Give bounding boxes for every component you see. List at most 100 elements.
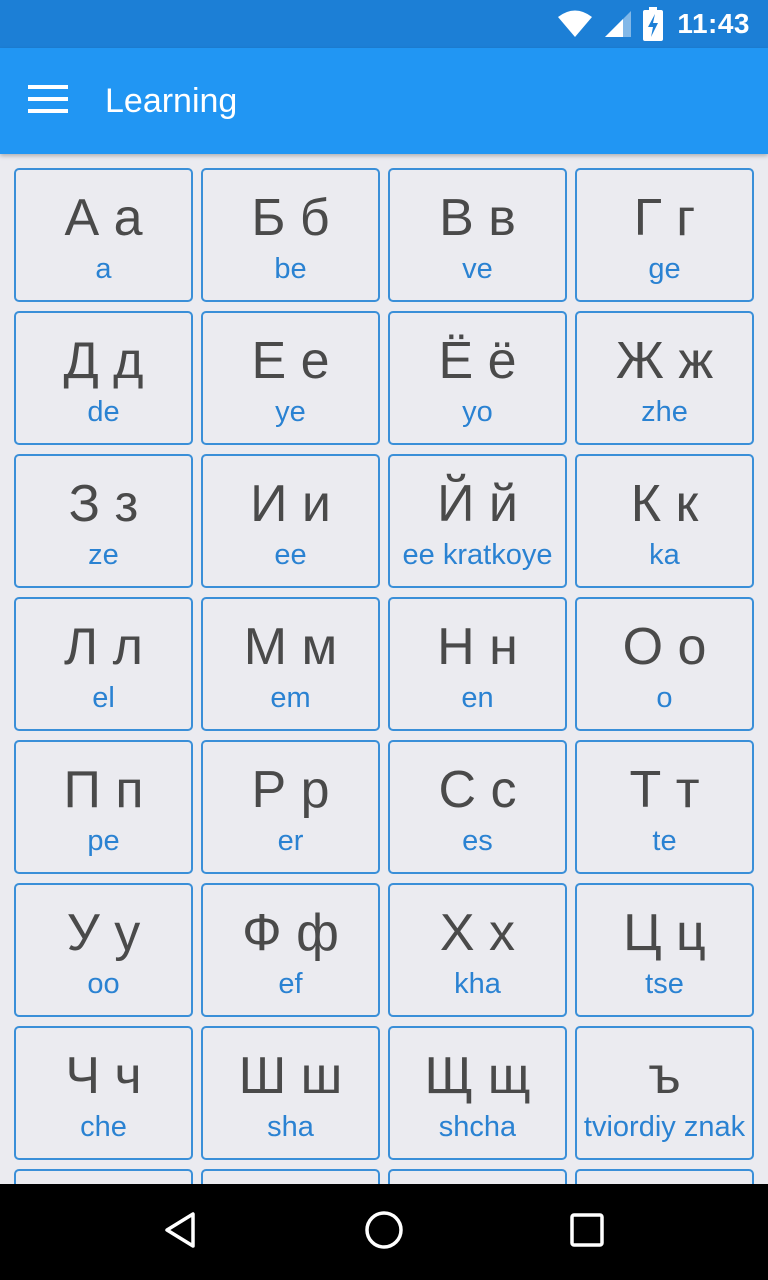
letter-name: pe	[87, 825, 120, 857]
letter-card[interactable]: А а a	[14, 168, 193, 302]
letter-card[interactable]: Ш ш sha	[201, 1026, 380, 1160]
letter-card[interactable]: П п pe	[14, 740, 193, 874]
back-button[interactable]	[141, 1192, 221, 1272]
cyrillic-letter: Б б	[251, 189, 330, 247]
letter-card[interactable]: Г г ge	[575, 168, 754, 302]
menu-button[interactable]	[0, 48, 96, 154]
letter-name: shcha	[438, 1111, 517, 1143]
letter-card[interactable]	[575, 1169, 754, 1184]
letter-card[interactable]: Ф ф ef	[201, 883, 380, 1017]
cyrillic-letter: З з	[68, 475, 139, 533]
letter-name: a	[95, 253, 112, 285]
letter-name: kha	[454, 968, 501, 1000]
letter-name: ka	[649, 539, 680, 571]
cyrillic-letter: Н н	[437, 618, 518, 676]
letter-card[interactable]: Д д de	[14, 311, 193, 445]
letter-card[interactable]: Й й ee kratkoye	[388, 454, 567, 588]
app-bar: Learning	[0, 48, 768, 154]
letter-card[interactable]: Х х kha	[388, 883, 567, 1017]
letter-card[interactable]: У у oo	[14, 883, 193, 1017]
letter-name: el	[92, 682, 115, 714]
cyrillic-letter: М м	[243, 618, 338, 676]
cyrillic-letter: П п	[63, 761, 144, 819]
cyrillic-letter: К к	[630, 475, 699, 533]
letter-card[interactable]: Е е ye	[201, 311, 380, 445]
letter-name: de	[87, 396, 120, 428]
letter-card[interactable]	[388, 1169, 567, 1184]
letter-name: es	[462, 825, 493, 857]
letter-name: sha	[267, 1111, 314, 1143]
letter-grid-scroll[interactable]: А а a Б б be В в ve Г г ge Д д de Е е ye Ё ё yo Ж ж zhe…	[0, 154, 768, 1184]
letter-name: er	[277, 825, 304, 857]
letter-name: ef	[278, 968, 303, 1000]
letter-card[interactable]	[14, 1169, 193, 1184]
letter-card[interactable]: С с es	[388, 740, 567, 874]
letter-card[interactable]: Ч ч che	[14, 1026, 193, 1160]
hamburger-menu-icon	[28, 85, 68, 117]
letter-name: ze	[88, 539, 119, 571]
letter-card[interactable]: К к ka	[575, 454, 754, 588]
letter-name: ge	[648, 253, 681, 285]
cyrillic-letter: С с	[438, 761, 517, 819]
back-triangle-icon	[161, 1210, 201, 1254]
letter-name: tse	[645, 968, 684, 1000]
letter-name: oo	[87, 968, 120, 1000]
status-clock: 11:43	[677, 8, 750, 39]
cyrillic-letter: Ц ц	[623, 904, 706, 962]
letter-card[interactable]: Р р er	[201, 740, 380, 874]
cyrillic-letter: Ё ё	[438, 332, 517, 390]
recents-square-icon	[569, 1212, 605, 1252]
letter-card[interactable]: Л л el	[14, 597, 193, 731]
letter-card[interactable]: М м em	[201, 597, 380, 731]
letter-name: en	[461, 682, 494, 714]
navigation-bar	[0, 1184, 768, 1280]
cyrillic-letter: Т т	[629, 761, 700, 819]
letter-card[interactable]: Ж ж zhe	[575, 311, 754, 445]
home-circle-icon	[363, 1209, 405, 1255]
cyrillic-letter: О о	[622, 618, 707, 676]
cyrillic-letter: Щ щ	[424, 1047, 531, 1105]
cyrillic-letter: Д д	[63, 332, 144, 390]
letter-name: te	[652, 825, 677, 857]
cyrillic-letter: Й й	[437, 475, 518, 533]
letter-name: ee	[274, 539, 307, 571]
letter-name: che	[80, 1111, 127, 1143]
letter-card[interactable]: Ё ё yo	[388, 311, 567, 445]
cell-signal-icon	[603, 9, 633, 39]
cyrillic-letter: Ж ж	[615, 332, 714, 390]
letter-name: ee kratkoye	[402, 539, 553, 571]
cyrillic-letter: ъ	[648, 1047, 681, 1105]
letter-name: ve	[462, 253, 493, 285]
letter-card[interactable]: Ц ц tse	[575, 883, 754, 1017]
letter-name: zhe	[641, 396, 688, 428]
wifi-icon	[557, 9, 593, 39]
cyrillic-letter: Ч ч	[65, 1047, 142, 1105]
letter-name: ye	[275, 396, 306, 428]
cyrillic-letter: А а	[64, 189, 143, 247]
battery-charging-icon	[643, 7, 664, 41]
letter-card[interactable]: В в ve	[388, 168, 567, 302]
letter-card[interactable]: И и ee	[201, 454, 380, 588]
letter-card[interactable]: Б б be	[201, 168, 380, 302]
letter-name: be	[274, 253, 307, 285]
letter-name: em	[270, 682, 311, 714]
letter-card[interactable]: З з ze	[14, 454, 193, 588]
cyrillic-letter: Л л	[64, 618, 143, 676]
cyrillic-letter: У у	[66, 904, 141, 962]
recents-button[interactable]	[547, 1192, 627, 1272]
letter-grid: А а a Б б be В в ve Г г ge Д д de Е е ye Ё ё yo Ж ж zhe…	[14, 168, 754, 1184]
letter-card[interactable]: ъ tviordiy znak	[575, 1026, 754, 1160]
cyrillic-letter: Р р	[251, 761, 330, 819]
letter-card[interactable]: Н н en	[388, 597, 567, 731]
home-button[interactable]	[344, 1192, 424, 1272]
letter-card[interactable]	[201, 1169, 380, 1184]
letter-name: o	[656, 682, 673, 714]
cyrillic-letter: Г г	[633, 189, 696, 247]
letter-card[interactable]: О о o	[575, 597, 754, 731]
cyrillic-letter: И и	[250, 475, 331, 533]
cyrillic-letter: Ф ф	[242, 904, 339, 962]
letter-card[interactable]: Щ щ shcha	[388, 1026, 567, 1160]
page-title: Learning	[105, 81, 238, 120]
status-bar: 11:43	[0, 0, 768, 48]
letter-card[interactable]: Т т te	[575, 740, 754, 874]
